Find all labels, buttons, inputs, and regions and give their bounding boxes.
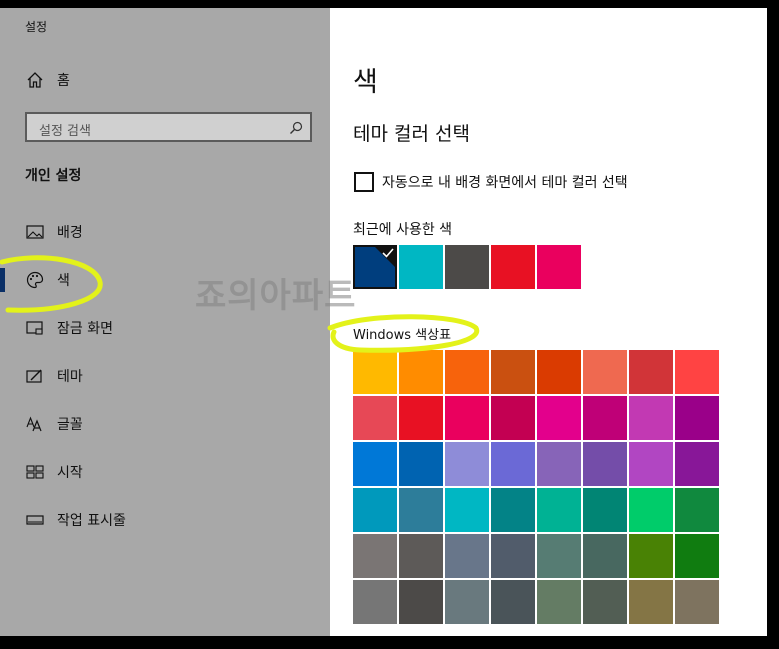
settings-search-input[interactable]: 설정 검색 bbox=[25, 112, 312, 142]
search-icon[interactable] bbox=[289, 120, 303, 134]
palette-color-swatch[interactable] bbox=[583, 488, 627, 532]
theme-color-heading: 테마 컬러 선택 bbox=[353, 123, 470, 145]
nav-home[interactable]: 홈 bbox=[0, 60, 330, 100]
sidebar: 설정 홈 설정 검색 개인 설정 배경 색 잠금 화면 테마 글꼴 시작 작업 … bbox=[0, 8, 330, 636]
sidebar-item-label: 잠금 화면 bbox=[57, 321, 113, 337]
palette-color-swatch[interactable] bbox=[399, 488, 443, 532]
palette-color-swatch[interactable] bbox=[629, 580, 673, 624]
palette-color-swatch[interactable] bbox=[537, 488, 581, 532]
palette-color-swatch[interactable] bbox=[445, 534, 489, 578]
page-title: 색 bbox=[353, 67, 378, 98]
palette-color-swatch[interactable] bbox=[629, 350, 673, 394]
sidebar-item-label: 색 bbox=[57, 273, 70, 289]
nav-home-label: 홈 bbox=[57, 73, 70, 89]
palette-color-swatch[interactable] bbox=[445, 442, 489, 486]
palette-color-swatch[interactable] bbox=[353, 442, 397, 486]
sidebar-item-label: 글꼴 bbox=[57, 417, 83, 433]
windows-palette-grid bbox=[353, 350, 719, 624]
palette-color-swatch[interactable] bbox=[675, 396, 719, 440]
palette-color-swatch[interactable] bbox=[445, 488, 489, 532]
app-title: 설정 bbox=[25, 20, 48, 34]
sidebar-item-start[interactable]: 시작 bbox=[0, 452, 330, 492]
sidebar-item-taskbar[interactable]: 작업 표시줄 bbox=[0, 500, 330, 540]
palette-color-swatch[interactable] bbox=[445, 580, 489, 624]
palette-color-swatch[interactable] bbox=[675, 488, 719, 532]
palette-color-swatch[interactable] bbox=[583, 580, 627, 624]
watermark: 죠의아파트 bbox=[195, 276, 357, 316]
recent-color-swatch[interactable] bbox=[353, 245, 397, 289]
recent-colors-label: 최근에 사용한 색 bbox=[353, 222, 453, 238]
palette-color-swatch[interactable] bbox=[399, 442, 443, 486]
palette-color-swatch[interactable] bbox=[629, 442, 673, 486]
sidebar-item-label: 배경 bbox=[57, 225, 83, 241]
palette-color-swatch[interactable] bbox=[445, 350, 489, 394]
palette-color-swatch[interactable] bbox=[583, 534, 627, 578]
palette-color-swatch[interactable] bbox=[537, 396, 581, 440]
palette-color-swatch[interactable] bbox=[445, 396, 489, 440]
start-icon bbox=[25, 462, 45, 482]
palette-color-swatch[interactable] bbox=[675, 580, 719, 624]
search-placeholder: 설정 검색 bbox=[39, 124, 91, 139]
palette-label: Windows 색상표 bbox=[353, 328, 452, 343]
palette-color-swatch[interactable] bbox=[491, 580, 535, 624]
palette-color-swatch[interactable] bbox=[675, 350, 719, 394]
palette-icon bbox=[25, 270, 45, 290]
palette-color-swatch[interactable] bbox=[353, 488, 397, 532]
palette-color-swatch[interactable] bbox=[353, 580, 397, 624]
palette-color-swatch[interactable] bbox=[583, 396, 627, 440]
main-panel: 색 테마 컬러 선택 자동으로 내 배경 화면에서 테마 컬러 선택 최근에 사… bbox=[330, 8, 767, 636]
sidebar-item-fonts[interactable]: 글꼴 bbox=[0, 404, 330, 444]
picture-icon bbox=[25, 222, 45, 242]
palette-color-swatch[interactable] bbox=[491, 488, 535, 532]
palette-color-swatch[interactable] bbox=[491, 350, 535, 394]
palette-color-swatch[interactable] bbox=[353, 534, 397, 578]
palette-color-swatch[interactable] bbox=[353, 350, 397, 394]
palette-color-swatch[interactable] bbox=[629, 534, 673, 578]
sidebar-item-label: 테마 bbox=[57, 369, 83, 385]
sidebar-item-theme[interactable]: 테마 bbox=[0, 356, 330, 396]
palette-color-swatch[interactable] bbox=[537, 534, 581, 578]
palette-color-swatch[interactable] bbox=[583, 350, 627, 394]
font-icon bbox=[25, 414, 45, 434]
palette-color-swatch[interactable] bbox=[629, 488, 673, 532]
sidebar-item-label: 시작 bbox=[57, 465, 83, 481]
section-title: 개인 설정 bbox=[25, 168, 82, 184]
auto-pick-checkbox[interactable] bbox=[354, 172, 374, 192]
palette-color-swatch[interactable] bbox=[399, 534, 443, 578]
palette-color-swatch[interactable] bbox=[491, 396, 535, 440]
palette-color-swatch[interactable] bbox=[629, 396, 673, 440]
palette-color-swatch[interactable] bbox=[537, 442, 581, 486]
palette-color-swatch[interactable] bbox=[583, 442, 627, 486]
recent-color-swatch[interactable] bbox=[491, 245, 535, 289]
theme-icon bbox=[25, 366, 45, 386]
palette-color-swatch[interactable] bbox=[537, 350, 581, 394]
palette-color-swatch[interactable] bbox=[675, 534, 719, 578]
recent-color-swatch[interactable] bbox=[399, 245, 443, 289]
palette-color-swatch[interactable] bbox=[537, 580, 581, 624]
palette-color-swatch[interactable] bbox=[399, 396, 443, 440]
home-icon bbox=[25, 70, 45, 90]
palette-color-swatch[interactable] bbox=[353, 396, 397, 440]
sidebar-item-background[interactable]: 배경 bbox=[0, 212, 330, 252]
palette-color-swatch[interactable] bbox=[399, 350, 443, 394]
recent-color-swatch[interactable] bbox=[445, 245, 489, 289]
palette-color-swatch[interactable] bbox=[491, 442, 535, 486]
lock-screen-icon bbox=[25, 318, 45, 338]
taskbar-icon bbox=[25, 510, 45, 530]
checkmark-icon bbox=[382, 248, 394, 258]
palette-color-swatch[interactable] bbox=[491, 534, 535, 578]
sidebar-item-label: 작업 표시줄 bbox=[57, 513, 126, 529]
active-indicator bbox=[0, 268, 5, 292]
palette-color-swatch[interactable] bbox=[399, 580, 443, 624]
palette-color-swatch[interactable] bbox=[675, 442, 719, 486]
recent-color-swatch[interactable] bbox=[537, 245, 581, 289]
recent-colors bbox=[353, 245, 581, 289]
auto-pick-label[interactable]: 자동으로 내 배경 화면에서 테마 컬러 선택 bbox=[382, 172, 628, 192]
